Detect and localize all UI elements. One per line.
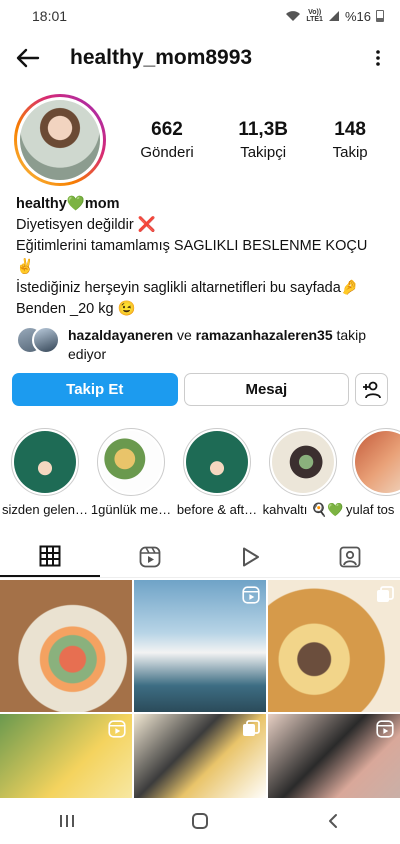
highlight-label: sizden gelen… — [2, 502, 88, 517]
highlight-ring — [11, 428, 79, 496]
stat-followers-label: Takipçi — [240, 144, 287, 161]
highlight-ring — [269, 428, 337, 496]
profile-avatar-story-ring[interactable] — [14, 94, 106, 186]
stat-posts-label: Gönderi — [140, 144, 194, 161]
reel-badge-icon — [376, 720, 394, 738]
reels-icon — [139, 546, 161, 567]
status-bar: 18:01 Vo)) LTE1 %16 — [0, 0, 400, 32]
post-thumbnail[interactable] — [134, 714, 266, 798]
tab-reels[interactable] — [100, 536, 200, 577]
profile-stats: 662 Gönderi 11,3B Takipçi 148 Takip — [106, 119, 390, 161]
bio-line-1: Diyetisyen değildir ❌ — [16, 217, 156, 233]
profile-header: healthy_mom8993 — [0, 40, 400, 76]
followed-by[interactable]: hazaldayaneren ve ramazanhazaleren35 tak… — [16, 326, 392, 364]
system-navigation-bar — [0, 798, 400, 844]
bio-name-part2: mom — [84, 196, 120, 212]
back-chevron-icon — [329, 814, 338, 828]
stat-posts-value: 662 — [151, 119, 183, 140]
carousel-badge-icon — [377, 586, 394, 602]
highlight-item[interactable]: kahvaltı 🍳💚 — [260, 428, 346, 518]
highlight-label: kahvaltı 🍳💚 — [262, 502, 344, 517]
followed-by-connector: ve — [173, 327, 196, 343]
recent-apps-button[interactable] — [37, 798, 97, 844]
highlight-item[interactable]: sizden gelen… — [2, 428, 88, 517]
signal-icon — [328, 11, 339, 21]
post-thumbnail[interactable] — [268, 580, 400, 712]
tab-videos[interactable] — [200, 536, 300, 577]
post-thumbnail[interactable] — [268, 714, 400, 798]
bio-display-name: healthy💚mom — [16, 194, 392, 215]
highlight-ring — [183, 428, 251, 496]
followed-by-user2: ramazanhazaleren35 — [195, 327, 333, 343]
status-time: 18:01 — [32, 8, 68, 24]
highlight-cover — [186, 431, 248, 493]
follower-avatar — [32, 326, 60, 354]
grid-icon — [39, 545, 61, 566]
more-options-icon[interactable] — [368, 44, 388, 72]
highlight-cover — [14, 431, 76, 493]
back-arrow-icon[interactable] — [14, 44, 42, 72]
bio-line-3: ✌ — [16, 259, 35, 275]
highlight-ring — [352, 428, 400, 496]
posts-grid — [0, 580, 400, 798]
highlight-cover — [355, 431, 400, 493]
stat-followers[interactable]: 11,3B Takipçi — [238, 119, 288, 161]
profile-summary: 662 Gönderi 11,3B Takipçi 148 Takip — [14, 94, 390, 186]
highlight-label: yulaf tos — [346, 502, 395, 517]
battery-percent: %16 — [344, 8, 371, 24]
network-indicator: Vo)) LTE1 — [306, 9, 323, 23]
bio-line-4: İstediğiniz herşeyin saglikli altarnetif… — [16, 280, 359, 296]
carousel-badge-icon — [243, 720, 260, 736]
highlight-cover — [100, 431, 162, 493]
home-button[interactable] — [170, 798, 230, 844]
tab-posts-grid[interactable] — [0, 536, 100, 577]
play-icon — [243, 547, 259, 566]
back-button[interactable] — [303, 798, 363, 844]
highlight-cover — [272, 431, 334, 493]
bio-line-2: Eğitimlerini tamamlamış SAGLIKLI BESLENM… — [16, 238, 368, 254]
profile-avatar — [17, 97, 103, 183]
home-icon — [191, 813, 208, 829]
recent-apps-icon — [59, 815, 74, 827]
battery-icon — [376, 10, 384, 22]
add-user-icon — [362, 381, 381, 398]
stat-following-value: 148 — [334, 119, 366, 140]
tab-tagged[interactable] — [300, 536, 400, 577]
profile-bio: healthy💚mom Diyetisyen değildir ❌ Eğitim… — [16, 194, 392, 320]
reel-badge-icon — [242, 586, 260, 604]
add-user-button[interactable] — [355, 373, 389, 406]
stat-posts: 662 Gönderi — [140, 119, 193, 161]
highlight-label: before & aft… — [176, 502, 258, 517]
tagged-icon — [339, 546, 361, 567]
status-icons: Vo)) LTE1 %16 — [285, 9, 384, 24]
highlight-item[interactable]: 1günlük me… — [88, 428, 174, 517]
highlight-ring — [97, 428, 165, 496]
profile-username: healthy_mom8993 — [70, 46, 253, 69]
post-thumbnail[interactable] — [134, 580, 266, 712]
post-thumbnail[interactable] — [0, 714, 132, 798]
stat-following-label: Takip — [332, 144, 368, 161]
network-label-bottom: LTE1 — [306, 16, 323, 23]
highlight-item[interactable]: before & aft… — [174, 428, 260, 517]
followed-by-user1: hazaldayaneren — [68, 327, 174, 343]
follow-button[interactable]: Takip Et — [12, 373, 178, 406]
profile-actions: Takip Et Mesaj — [12, 373, 389, 406]
bio-name-part1: healthy — [16, 196, 67, 212]
wifi-icon — [286, 11, 301, 21]
stat-followers-value: 11,3B — [238, 119, 288, 140]
followed-by-avatars — [16, 326, 60, 354]
message-button[interactable]: Mesaj — [183, 373, 350, 406]
bio-name-emoji: 💚 — [66, 196, 85, 212]
highlight-label: 1günlük me… — [90, 502, 172, 517]
stat-following[interactable]: 148 Takip — [333, 119, 368, 161]
reel-badge-icon — [108, 720, 126, 738]
network-label-top: Vo)) — [308, 9, 322, 16]
story-highlights: sizden gelen… 1günlük me… before & aft… … — [0, 428, 400, 520]
bio-line-5: Benden _20 kg 😉 — [16, 301, 136, 317]
highlight-item[interactable]: yulaf tos — [346, 428, 400, 517]
followed-by-text: hazaldayaneren ve ramazanhazaleren35 tak… — [68, 326, 392, 364]
post-thumbnail[interactable] — [0, 580, 132, 712]
profile-tabs — [0, 536, 400, 578]
